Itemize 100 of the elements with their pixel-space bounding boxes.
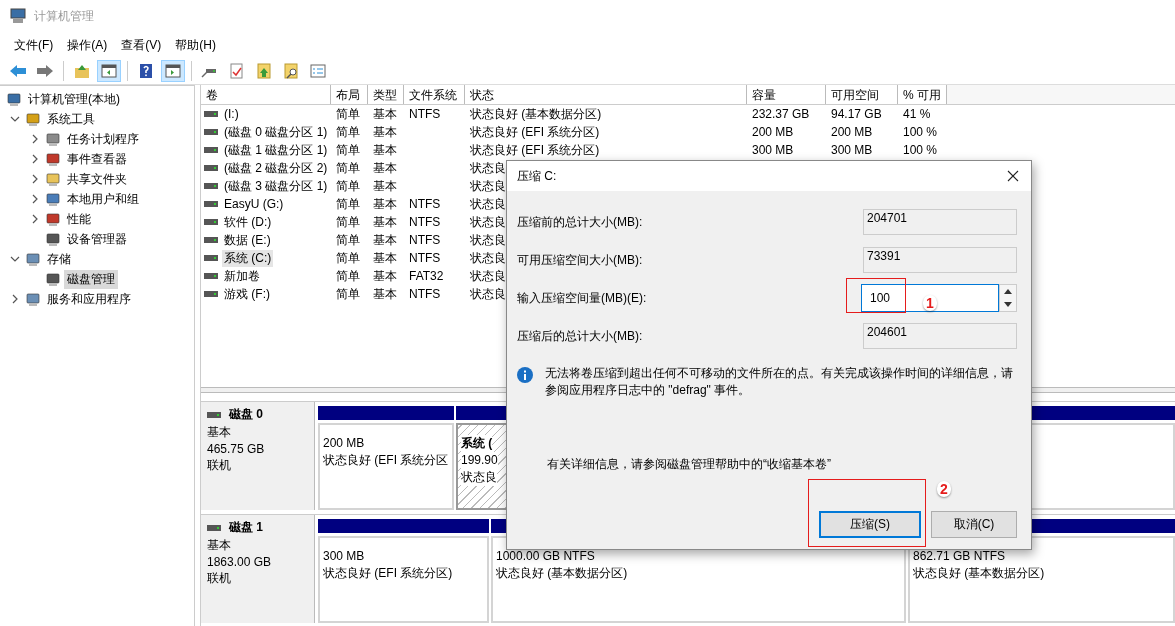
table-cell: 200 MB [831,125,873,139]
help-icon [137,63,155,79]
table-cell: 94.17 GB [831,107,882,121]
disk-name: 磁盘 0 [229,406,263,423]
tree-item[interactable]: 事件查看器 [64,149,130,169]
tree-pane-button[interactable] [97,60,121,82]
tree-item[interactable]: 性能 [64,209,94,229]
drive-icon [204,129,218,135]
spinner[interactable] [999,284,1017,312]
menu-item[interactable]: 文件(F) [7,36,61,54]
shrink-button[interactable]: 压缩(S) [819,511,921,538]
chevron-icon[interactable] [10,294,20,304]
drive-icon [204,255,218,261]
volume-name[interactable]: 软件 (D:) [222,213,274,231]
computer-icon [10,8,26,24]
table-cell: NTFS [409,197,441,211]
disk-size: 465.75 GB [207,442,266,456]
table-cell: NTFS [409,251,441,265]
drive-icon [204,273,218,279]
menu-item[interactable]: 操作(A) [60,36,115,54]
table-cell: NTFS [409,287,441,301]
drive-icon [204,219,218,225]
table-cell: 简单 [336,250,360,265]
chevron-icon[interactable] [30,194,40,204]
table-cell: 基本 [373,196,397,211]
table-cell: 300 MB [831,143,873,157]
drive-icon [204,237,218,243]
field-label: 压缩后的总计大小(MB): [517,327,643,345]
volume-name[interactable]: (磁盘 2 磁盘分区 2) [222,159,330,177]
table-cell: 基本 [373,286,397,301]
chevron-icon[interactable] [10,254,20,264]
tree-item[interactable]: 磁盘管理 [64,269,118,289]
table-cell: 简单 [336,232,360,247]
partition-text: 状态良好 (EFI 系统分区 [323,452,449,469]
partition-text: 状态良好 (基本数据分区) [496,565,628,582]
table-cell: 状态良 [470,214,506,229]
table-cell: 简单 [336,178,360,193]
tree-item[interactable]: 本地用户和组 [64,189,142,209]
tree-item[interactable]: 任务计划程序 [64,129,142,149]
drive-icon [207,524,221,531]
table-cell: 状态良 [470,286,506,301]
table-cell: 状态良 [470,268,506,283]
table-cell: 基本 [373,214,397,229]
disk-status: 联机 [207,570,232,587]
volume-name[interactable]: 数据 (E:) [222,231,273,249]
field-label: 压缩前的总计大小(MB): [517,213,643,231]
table-cell: 基本 [373,250,397,265]
tree-item[interactable]: 服务和应用程序 [44,289,134,309]
table-cell: 状态良 [470,250,506,265]
readonly-field: 204601 [863,323,1017,349]
tree-item[interactable]: 共享文件夹 [64,169,130,189]
table-cell: 基本 [373,178,397,193]
computer-icon [6,91,22,107]
table-cell: 状态良好 (基本数据分区) [470,106,602,121]
list-icon [309,63,327,79]
volume-name[interactable]: 新加卷 [222,267,262,285]
table-cell: 状态良 [470,160,506,175]
table-cell: 状态良好 (EFI 系统分区) [470,124,600,139]
drive-icon [204,147,218,153]
drive-icon [204,183,218,189]
table-cell: 232.37 GB [752,107,810,121]
volume-name[interactable]: (I:) [222,107,241,121]
table-cell: 简单 [336,286,360,301]
drive-icon [204,111,218,117]
volume-name[interactable]: (磁盘 1 磁盘分区 1) [222,141,330,159]
readonly-field: 73391 [863,247,1017,273]
cancel-button[interactable]: 取消(C) [931,511,1017,538]
tree-item[interactable]: 系统工具 [44,109,98,129]
table-cell: 200 MB [752,125,794,139]
table-cell: FAT32 [409,269,444,283]
tree-item[interactable]: 计算机管理(本地) [25,89,123,109]
partition-title: 系统 ( [461,435,493,452]
volume-name[interactable]: 游戏 (F:) [222,285,272,303]
table-cell: NTFS [409,233,441,247]
partition-block[interactable]: 200 MB 状态良好 (EFI 系统分区 [318,423,454,510]
drive-icon [207,411,221,418]
menu-item[interactable]: 查看(V) [114,36,169,54]
menu-item[interactable]: 帮助(H) [168,36,223,54]
volume-name[interactable]: 系统 (C:) [222,249,274,267]
chevron-icon[interactable] [30,174,40,184]
volume-name[interactable]: (磁盘 0 磁盘分区 1) [222,123,330,141]
arrow-left-icon [9,63,27,79]
checklist-icon [228,63,246,79]
close-icon[interactable] [1007,170,1019,182]
volume-name[interactable]: EasyU (G:) [222,197,286,211]
action-pane-button[interactable] [161,60,185,82]
tree-item[interactable]: 设备管理器 [64,229,130,249]
table-cell: 100 % [903,143,938,157]
chevron-icon[interactable] [30,214,40,224]
chevron-icon[interactable] [10,114,20,124]
table-cell: 简单 [336,160,360,175]
chevron-icon[interactable] [30,154,40,164]
table-cell: NTFS [409,215,441,229]
chevron-icon[interactable] [30,134,40,144]
table-cell: 简单 [336,142,360,157]
volume-name[interactable]: (磁盘 3 磁盘分区 1) [222,177,330,195]
partition-block[interactable]: 300 MB 状态良好 (EFI 系统分区) [318,536,489,623]
export-icon [255,63,273,79]
tree-item[interactable]: 存储 [44,249,74,269]
table-cell: 41 % [903,107,931,121]
